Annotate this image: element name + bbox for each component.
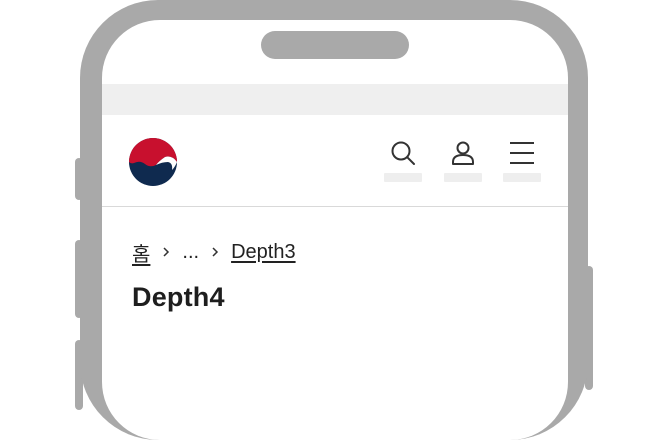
login-button[interactable] [444, 135, 482, 185]
chevron-right-icon [163, 247, 170, 257]
phone-notch [261, 31, 409, 59]
search-icon [391, 141, 415, 165]
breadcrumb-home-link[interactable]: 홈 [132, 238, 150, 267]
chevron-right-icon [212, 247, 219, 257]
login-button-label [444, 173, 482, 182]
menu-icon [510, 142, 534, 164]
search-button[interactable] [384, 135, 422, 185]
breadcrumb-depth3-link[interactable]: Depth3 [231, 241, 296, 264]
status-bar [102, 84, 568, 115]
page-title: Depth4 [132, 282, 225, 312]
breadcrumb-ellipsis[interactable]: ... [182, 241, 199, 264]
search-button-label [384, 173, 422, 182]
breadcrumb: 홈 ... Depth3 [132, 238, 296, 266]
phone-screen: 홈 ... Depth3 Depth4 [102, 20, 568, 440]
menu-button-label [503, 173, 541, 182]
site-header [102, 115, 568, 207]
user-icon [452, 141, 474, 165]
government-emblem-logo[interactable] [128, 137, 178, 187]
emblem-icon [129, 138, 177, 186]
menu-button[interactable] [503, 135, 541, 185]
